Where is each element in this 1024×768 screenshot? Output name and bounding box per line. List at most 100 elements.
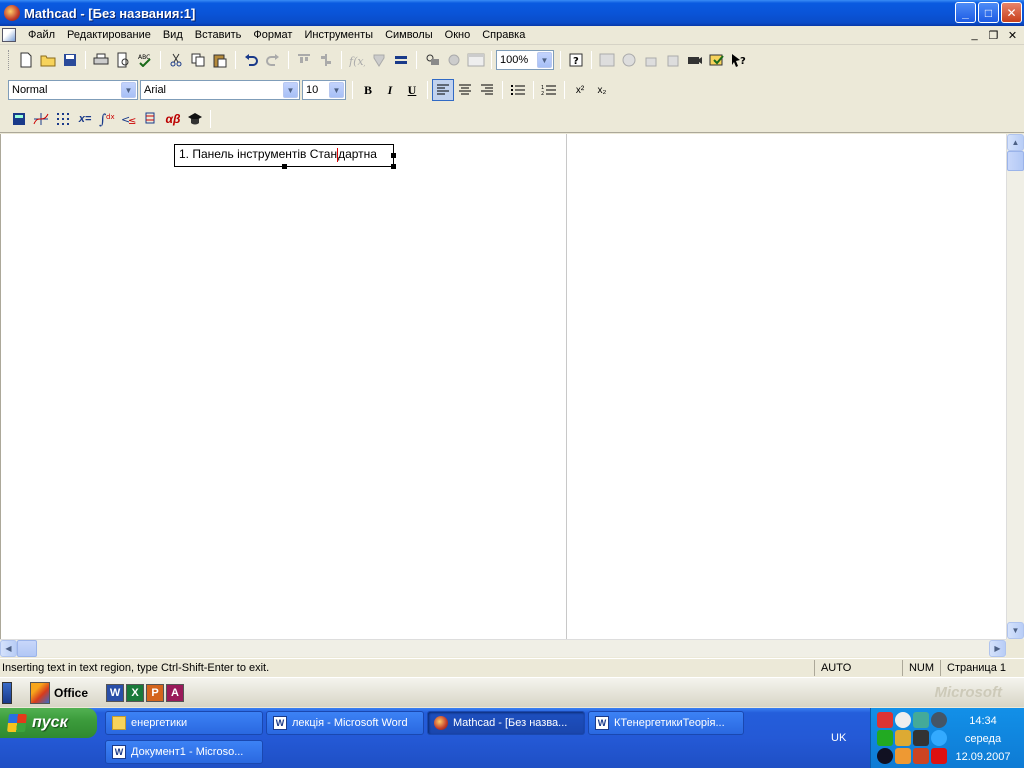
align-right-icon[interactable] [476,79,498,101]
paste-icon[interactable] [209,49,231,71]
tray-settings-icon[interactable] [895,730,911,746]
task-folder-energetics[interactable]: енергетики [105,711,263,735]
bullets-icon[interactable] [507,79,529,101]
doc-close-button[interactable]: ✕ [1005,28,1020,42]
text-region[interactable]: 1. Панель інструментів Стандартна [174,144,396,169]
clock[interactable]: 14:34 середа 12.09.2007 [948,712,1018,766]
menu-file[interactable]: Файл [22,29,61,41]
doc-restore-button[interactable]: ❐ [986,28,1001,42]
start-button[interactable]: пуск [0,708,97,738]
menu-help[interactable]: Справка [476,29,531,41]
boolean-icon[interactable]: < ≤ [118,108,140,130]
menu-symbolics[interactable]: Символы [379,29,439,41]
calculator-icon[interactable] [8,108,30,130]
spellcheck-icon[interactable]: ABC [134,49,156,71]
task-word-kt[interactable]: W КТенергетикиТеорія... [588,711,744,735]
zoom-select[interactable]: 100% ▼ [496,50,554,70]
tray-messenger-icon[interactable] [931,730,947,746]
language-indicator[interactable]: UK [831,732,846,744]
menu-window[interactable]: Окно [439,29,477,41]
style-select[interactable]: Normal ▼ [8,80,138,100]
calculus-icon[interactable]: ∫ dx [96,108,118,130]
chevron-down-icon[interactable]: ▼ [283,82,298,98]
undo-icon[interactable] [240,49,262,71]
menu-tools[interactable]: Инструменты [298,29,379,41]
print-preview-icon[interactable] [112,49,134,71]
insert-component-icon[interactable] [465,49,487,71]
tray-antivirus-icon[interactable] [877,712,893,728]
scroll-right-icon[interactable]: ▶ [989,640,1006,657]
print-icon[interactable] [90,49,112,71]
e-book-icon[interactable] [662,49,684,71]
quicksheets-icon[interactable] [706,49,728,71]
align-top-icon[interactable] [293,49,315,71]
menu-view[interactable]: Вид [157,29,189,41]
doc-minimize-button[interactable]: _ [967,28,982,42]
resize-handle-bottom[interactable] [282,164,287,169]
calculate-icon[interactable] [390,49,412,71]
scroll-up-icon[interactable]: ▲ [1007,134,1024,151]
greek-icon[interactable]: αβ [162,108,184,130]
scroll-left-icon[interactable]: ◀ [0,640,17,657]
tray-volume-icon[interactable] [931,712,947,728]
programming-icon[interactable] [140,108,162,130]
cut-icon[interactable] [165,49,187,71]
horizontal-scrollbar[interactable]: ◀ ▶ [0,639,1006,657]
help-icon[interactable]: ? [565,49,587,71]
collaboratory-icon[interactable] [640,49,662,71]
numbering-icon[interactable]: 12 [538,79,560,101]
mathcad-app-icon[interactable] [4,5,20,21]
evaluation-icon[interactable]: x= [74,108,96,130]
chevron-down-icon[interactable]: ▼ [121,82,136,98]
scroll-down-icon[interactable]: ▼ [1007,622,1024,639]
status-calc-mode[interactable]: AUTO [813,659,874,676]
office-bar-control-icon[interactable] [2,681,12,704]
document-icon[interactable] [2,28,16,42]
tutorial-icon[interactable] [684,49,706,71]
open-icon[interactable] [37,49,59,71]
matrix-icon[interactable] [52,108,74,130]
align-left-icon[interactable] [432,79,454,101]
minimize-button[interactable]: _ [955,2,976,23]
font-size-select[interactable]: 10 ▼ [302,80,346,100]
bold-button[interactable]: B [357,79,379,101]
task-mathcad[interactable]: Mathcad - [Без назва... [427,711,585,735]
insert-unit-icon[interactable] [368,49,390,71]
vertical-scrollbar[interactable]: ▲ ▼ [1006,134,1024,639]
tray-app-icon[interactable] [877,730,893,746]
office-logo-icon[interactable] [30,681,50,704]
tray-media-icon[interactable] [877,748,893,764]
tray-update-icon[interactable] [913,712,929,728]
chevron-down-icon[interactable]: ▼ [537,52,552,68]
save-icon[interactable] [59,49,81,71]
excel-shortcut-icon[interactable]: X [126,683,145,702]
menu-insert[interactable]: Вставить [189,29,248,41]
copy-icon[interactable] [187,49,209,71]
web-icon[interactable] [618,49,640,71]
insert-matrix-icon[interactable] [443,49,465,71]
insert-graph-icon[interactable] [421,49,443,71]
superscript-button[interactable]: x² [569,79,591,101]
maximize-button[interactable]: □ [978,2,999,23]
subscript-button[interactable]: x₂ [591,79,613,101]
graph-icon[interactable] [30,108,52,130]
worksheet[interactable]: 1. Панель інструментів Стандартна [0,134,1006,639]
underline-button[interactable]: U [401,79,423,101]
toolbar-grip[interactable] [8,50,11,70]
tray-pencil-icon[interactable] [895,748,911,764]
powerpoint-shortcut-icon[interactable]: P [146,683,165,702]
align-bottom-icon[interactable] [315,49,337,71]
horizontal-scroll-thumb[interactable] [17,640,37,657]
insert-function-icon[interactable]: f(x) [346,49,368,71]
vertical-scroll-thumb[interactable] [1007,151,1024,171]
symbolic-icon[interactable] [184,108,206,130]
title-bar[interactable]: Mathcad - [Без названия:1] _ □ ✕ [0,0,1024,26]
access-shortcut-icon[interactable]: A [166,683,185,702]
tray-network-icon[interactable] [895,712,911,728]
align-center-icon[interactable] [454,79,476,101]
context-help-icon[interactable]: ? [728,49,750,71]
word-shortcut-icon[interactable]: W [106,683,125,702]
resize-handle-right[interactable] [391,153,396,158]
menu-edit[interactable]: Редактирование [61,29,157,41]
tray-kaspersky-icon[interactable] [931,748,947,764]
